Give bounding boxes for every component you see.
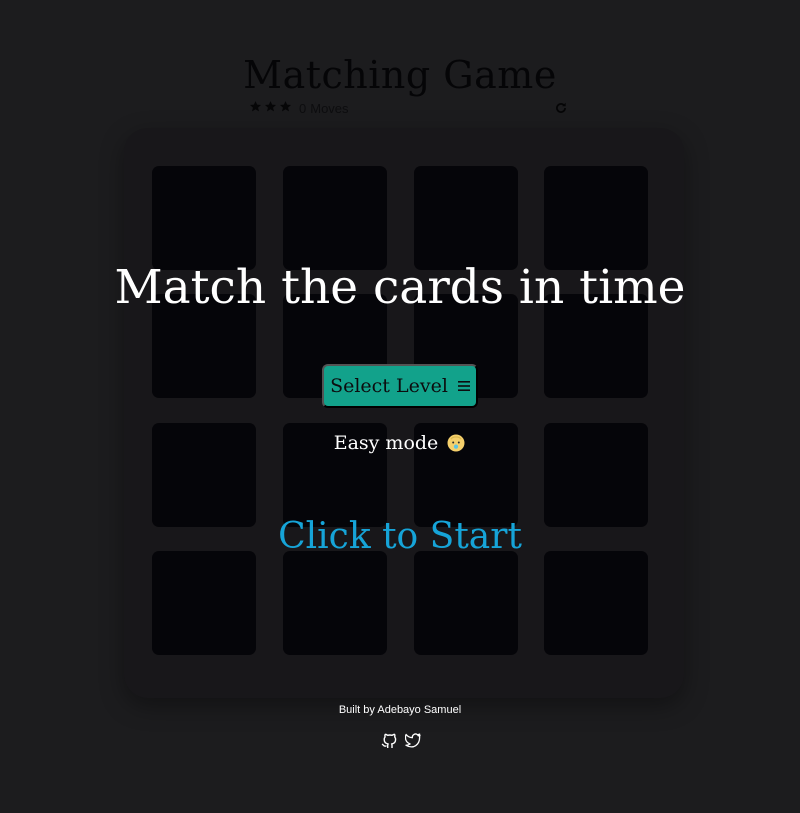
card[interactable] xyxy=(283,551,387,655)
score-panel: 0 Moves xyxy=(249,100,569,118)
start-button[interactable]: Click to Start xyxy=(0,516,800,557)
moves-label: Moves xyxy=(310,101,349,116)
select-level-label: Select Level xyxy=(330,375,448,397)
card[interactable] xyxy=(152,551,256,655)
star-rating xyxy=(249,100,292,113)
star-icon xyxy=(279,101,292,112)
star-icon xyxy=(264,101,277,112)
baby-face-icon xyxy=(447,434,465,452)
card[interactable] xyxy=(152,166,256,270)
footer-credit: Built by Adebayo Samuel xyxy=(338,704,462,716)
select-level-button[interactable]: Select Level xyxy=(322,364,478,408)
card[interactable] xyxy=(544,551,648,655)
github-icon[interactable] xyxy=(381,732,397,749)
moves-count: 0 xyxy=(299,101,307,116)
overlay-heading: Match the cards in time xyxy=(114,260,686,315)
mode-indicator: Easy mode xyxy=(0,432,800,454)
star-icon xyxy=(249,101,262,112)
card-deck xyxy=(124,128,684,698)
card[interactable] xyxy=(414,166,518,270)
menu-icon xyxy=(457,381,470,391)
restart-icon[interactable] xyxy=(554,101,568,115)
game-title: Matching Game xyxy=(243,53,557,98)
moves-counter: 0 Moves xyxy=(299,101,353,116)
mode-text: Easy mode xyxy=(333,432,439,454)
card[interactable] xyxy=(544,166,648,270)
footer-links xyxy=(381,732,421,749)
twitter-icon[interactable] xyxy=(404,732,421,748)
card[interactable] xyxy=(283,166,387,270)
card[interactable] xyxy=(414,551,518,655)
